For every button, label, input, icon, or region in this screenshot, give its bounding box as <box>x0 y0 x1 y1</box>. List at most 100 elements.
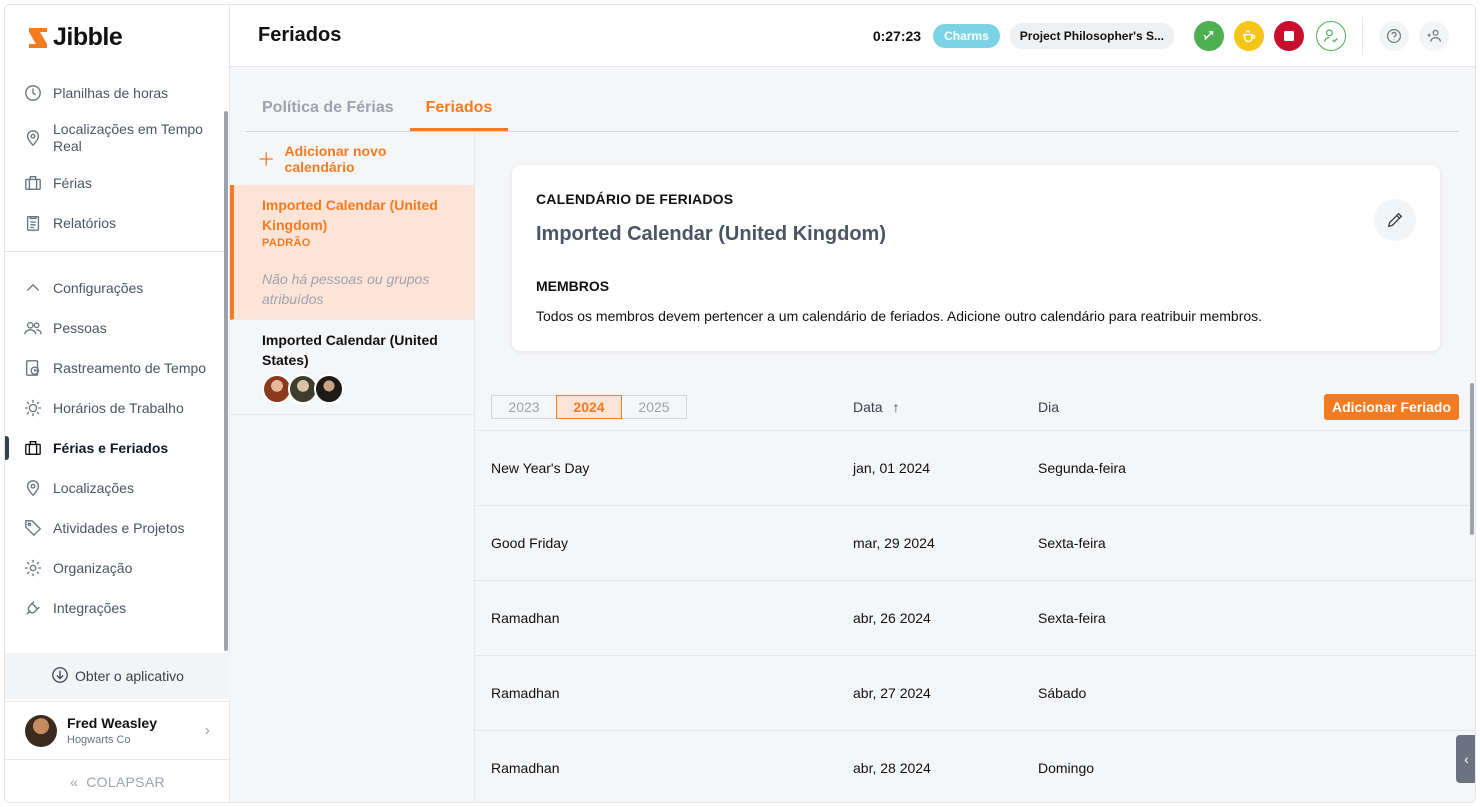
settings-button[interactable] <box>1419 20 1449 51</box>
year-2025-button[interactable]: 2025 <box>621 395 687 419</box>
sidebar-item-horarios[interactable]: Horários de Trabalho <box>5 388 230 428</box>
sidebar-item-relatorios[interactable]: Relatórios <box>5 203 230 243</box>
sidebar-item-label: Relatórios <box>53 215 117 231</box>
column-header-label: Data <box>853 399 883 415</box>
project-pill[interactable]: Project Philosopher's S... <box>1009 22 1174 49</box>
location-pin-icon <box>23 478 43 498</box>
year-2024-button[interactable]: 2024 <box>556 395 622 419</box>
calendar-name: Imported Calendar (United Kingdom) <box>262 197 438 233</box>
holiday-date: abr, 27 2024 <box>853 685 931 701</box>
year-selector: 2023 2024 2025 <box>491 395 687 419</box>
tag-icon <box>23 518 43 538</box>
sidebar-item-planilhas[interactable]: Planilhas de horas <box>5 73 230 113</box>
holiday-name: Ramadhan <box>491 610 560 626</box>
content-scrollbar[interactable] <box>1470 383 1474 535</box>
holiday-name: Ramadhan <box>491 685 560 701</box>
table-row[interactable]: Good Friday mar, 29 2024 Sexta-feira <box>475 506 1475 581</box>
chevron-up-icon <box>23 278 43 298</box>
holiday-day: Sábado <box>1038 685 1087 701</box>
pencil-icon <box>1387 212 1403 228</box>
holiday-day: Sexta-feira <box>1038 535 1106 551</box>
people-icon <box>23 318 43 338</box>
brand-name: Jibble <box>53 23 123 51</box>
sidebar-item-label: Localizações <box>53 480 134 496</box>
calendar-item-uk[interactable]: Imported Calendar (United Kingdom) PADRÃ… <box>230 185 474 320</box>
sidebar-item-organizacao[interactable]: Organização <box>5 548 230 588</box>
page-title: Feriados <box>258 24 342 46</box>
avatar <box>25 714 57 747</box>
chevron-left-icon: ‹ <box>1464 751 1469 767</box>
briefcase-icon <box>23 173 43 193</box>
default-badge: PADRÃO <box>262 237 311 249</box>
side-panel-toggle[interactable]: ‹ <box>1456 735 1475 783</box>
holidays-table-header: 2023 2024 2025 Data ↑ Dia Adicionar Feri… <box>475 385 1475 431</box>
calendar-name: Imported Calendar (United States) <box>262 332 438 368</box>
tab-politica-ferias[interactable]: Política de Férias <box>246 99 410 131</box>
column-header-day: Dia <box>1038 399 1060 415</box>
sidebar-item-label: Rastreamento de Tempo <box>53 360 207 376</box>
sort-ascending-icon: ↑ <box>892 399 900 415</box>
holiday-date: jan, 01 2024 <box>853 460 931 476</box>
activity-pill[interactable]: Charms <box>933 23 1000 48</box>
column-header-date[interactable]: Data ↑ <box>853 399 899 415</box>
sidebar-item-rastreamento[interactable]: Rastreamento de Tempo <box>5 348 230 388</box>
switch-activity-button[interactable] <box>1194 20 1224 51</box>
edit-calendar-button[interactable] <box>1374 199 1416 241</box>
help-icon <box>1387 28 1401 43</box>
add-calendar-button[interactable]: Adicionar novo calendário <box>230 133 474 185</box>
table-row[interactable]: New Year's Day jan, 01 2024 Segunda-feir… <box>475 431 1475 506</box>
top-header: Feriados 0:27:23 Charms Project Philosop… <box>230 5 1475 67</box>
user-check-icon <box>1324 28 1338 42</box>
sidebar-item-label: Configurações <box>53 280 144 296</box>
sidebar-item-integracoes[interactable]: Integrações <box>5 588 230 628</box>
table-row[interactable]: Ramadhan abr, 27 2024 Sábado <box>475 656 1475 731</box>
sidebar-scrollbar[interactable] <box>224 111 228 651</box>
clipboard-icon <box>23 213 43 233</box>
sidebar-item-atividades[interactable]: Atividades e Projetos <box>5 508 230 548</box>
collapse-button[interactable]: « COLAPSAR <box>5 759 230 802</box>
sidebar-item-localizacoes[interactable]: Localizações <box>5 468 230 508</box>
help-button[interactable] <box>1379 20 1409 51</box>
holiday-date: abr, 26 2024 <box>853 610 931 626</box>
sidebar-item-pessoas[interactable]: Pessoas <box>5 308 230 348</box>
double-chevron-left-icon: « <box>70 774 79 790</box>
sidebar-item-label: Organização <box>53 560 133 576</box>
people-settings-icon <box>1427 29 1441 42</box>
sidebar-item-label: Férias e Feriados <box>53 440 169 456</box>
user-profile[interactable]: Fred Weasley Hogwarts Co › <box>5 701 230 759</box>
sidebar-item-label: Planilhas de horas <box>53 85 169 101</box>
table-row[interactable]: Ramadhan abr, 26 2024 Sexta-feira <box>475 581 1475 656</box>
plus-icon <box>259 152 273 166</box>
sidebar-item-configuracoes[interactable]: Configurações <box>5 268 230 308</box>
get-app-button[interactable]: Obter o aplicativo <box>5 653 230 699</box>
break-button[interactable] <box>1234 20 1264 51</box>
attendance-button[interactable] <box>1316 20 1346 51</box>
sidebar: Jibble Planilhas de horas Localizações e… <box>5 5 230 802</box>
plug-icon <box>23 598 43 618</box>
tab-feriados[interactable]: Feriados <box>409 99 509 131</box>
avatar <box>314 374 344 404</box>
holiday-day: Sexta-feira <box>1038 610 1106 626</box>
calendar-item-us[interactable]: Imported Calendar (United States) <box>230 320 474 415</box>
table-row[interactable]: Ramadhan abr, 28 2024 Domingo <box>475 731 1475 802</box>
time-tracking-icon <box>23 358 43 378</box>
holiday-name: Good Friday <box>491 535 569 551</box>
jibble-logo[interactable]: Jibble <box>27 23 123 52</box>
sidebar-item-localizacoes-tempo-real[interactable]: Localizações em Tempo Real <box>5 113 230 163</box>
holiday-name: New Year's Day <box>491 460 590 476</box>
sidebar-item-ferias-feriados[interactable]: Férias e Feriados <box>5 428 230 468</box>
add-calendar-label: Adicionar novo calendário <box>284 143 387 175</box>
get-app-label: Obter o aplicativo <box>75 668 184 684</box>
stop-button[interactable] <box>1274 20 1304 51</box>
card-heading: CALENDÁRIO DE FERIADOS <box>536 191 734 207</box>
stop-icon <box>1284 30 1294 41</box>
sidebar-item-ferias[interactable]: Férias <box>5 163 230 203</box>
add-holiday-button[interactable]: Adicionar Feriado <box>1324 394 1460 420</box>
clock-icon <box>23 83 43 103</box>
location-pin-icon <box>23 128 43 148</box>
sidebar-item-label: Integrações <box>53 600 127 616</box>
year-2023-button[interactable]: 2023 <box>491 395 557 419</box>
gear-icon <box>23 558 43 578</box>
member-avatars <box>262 374 460 404</box>
members-description: Todos os membros devem pertencer a um ca… <box>536 308 1263 324</box>
